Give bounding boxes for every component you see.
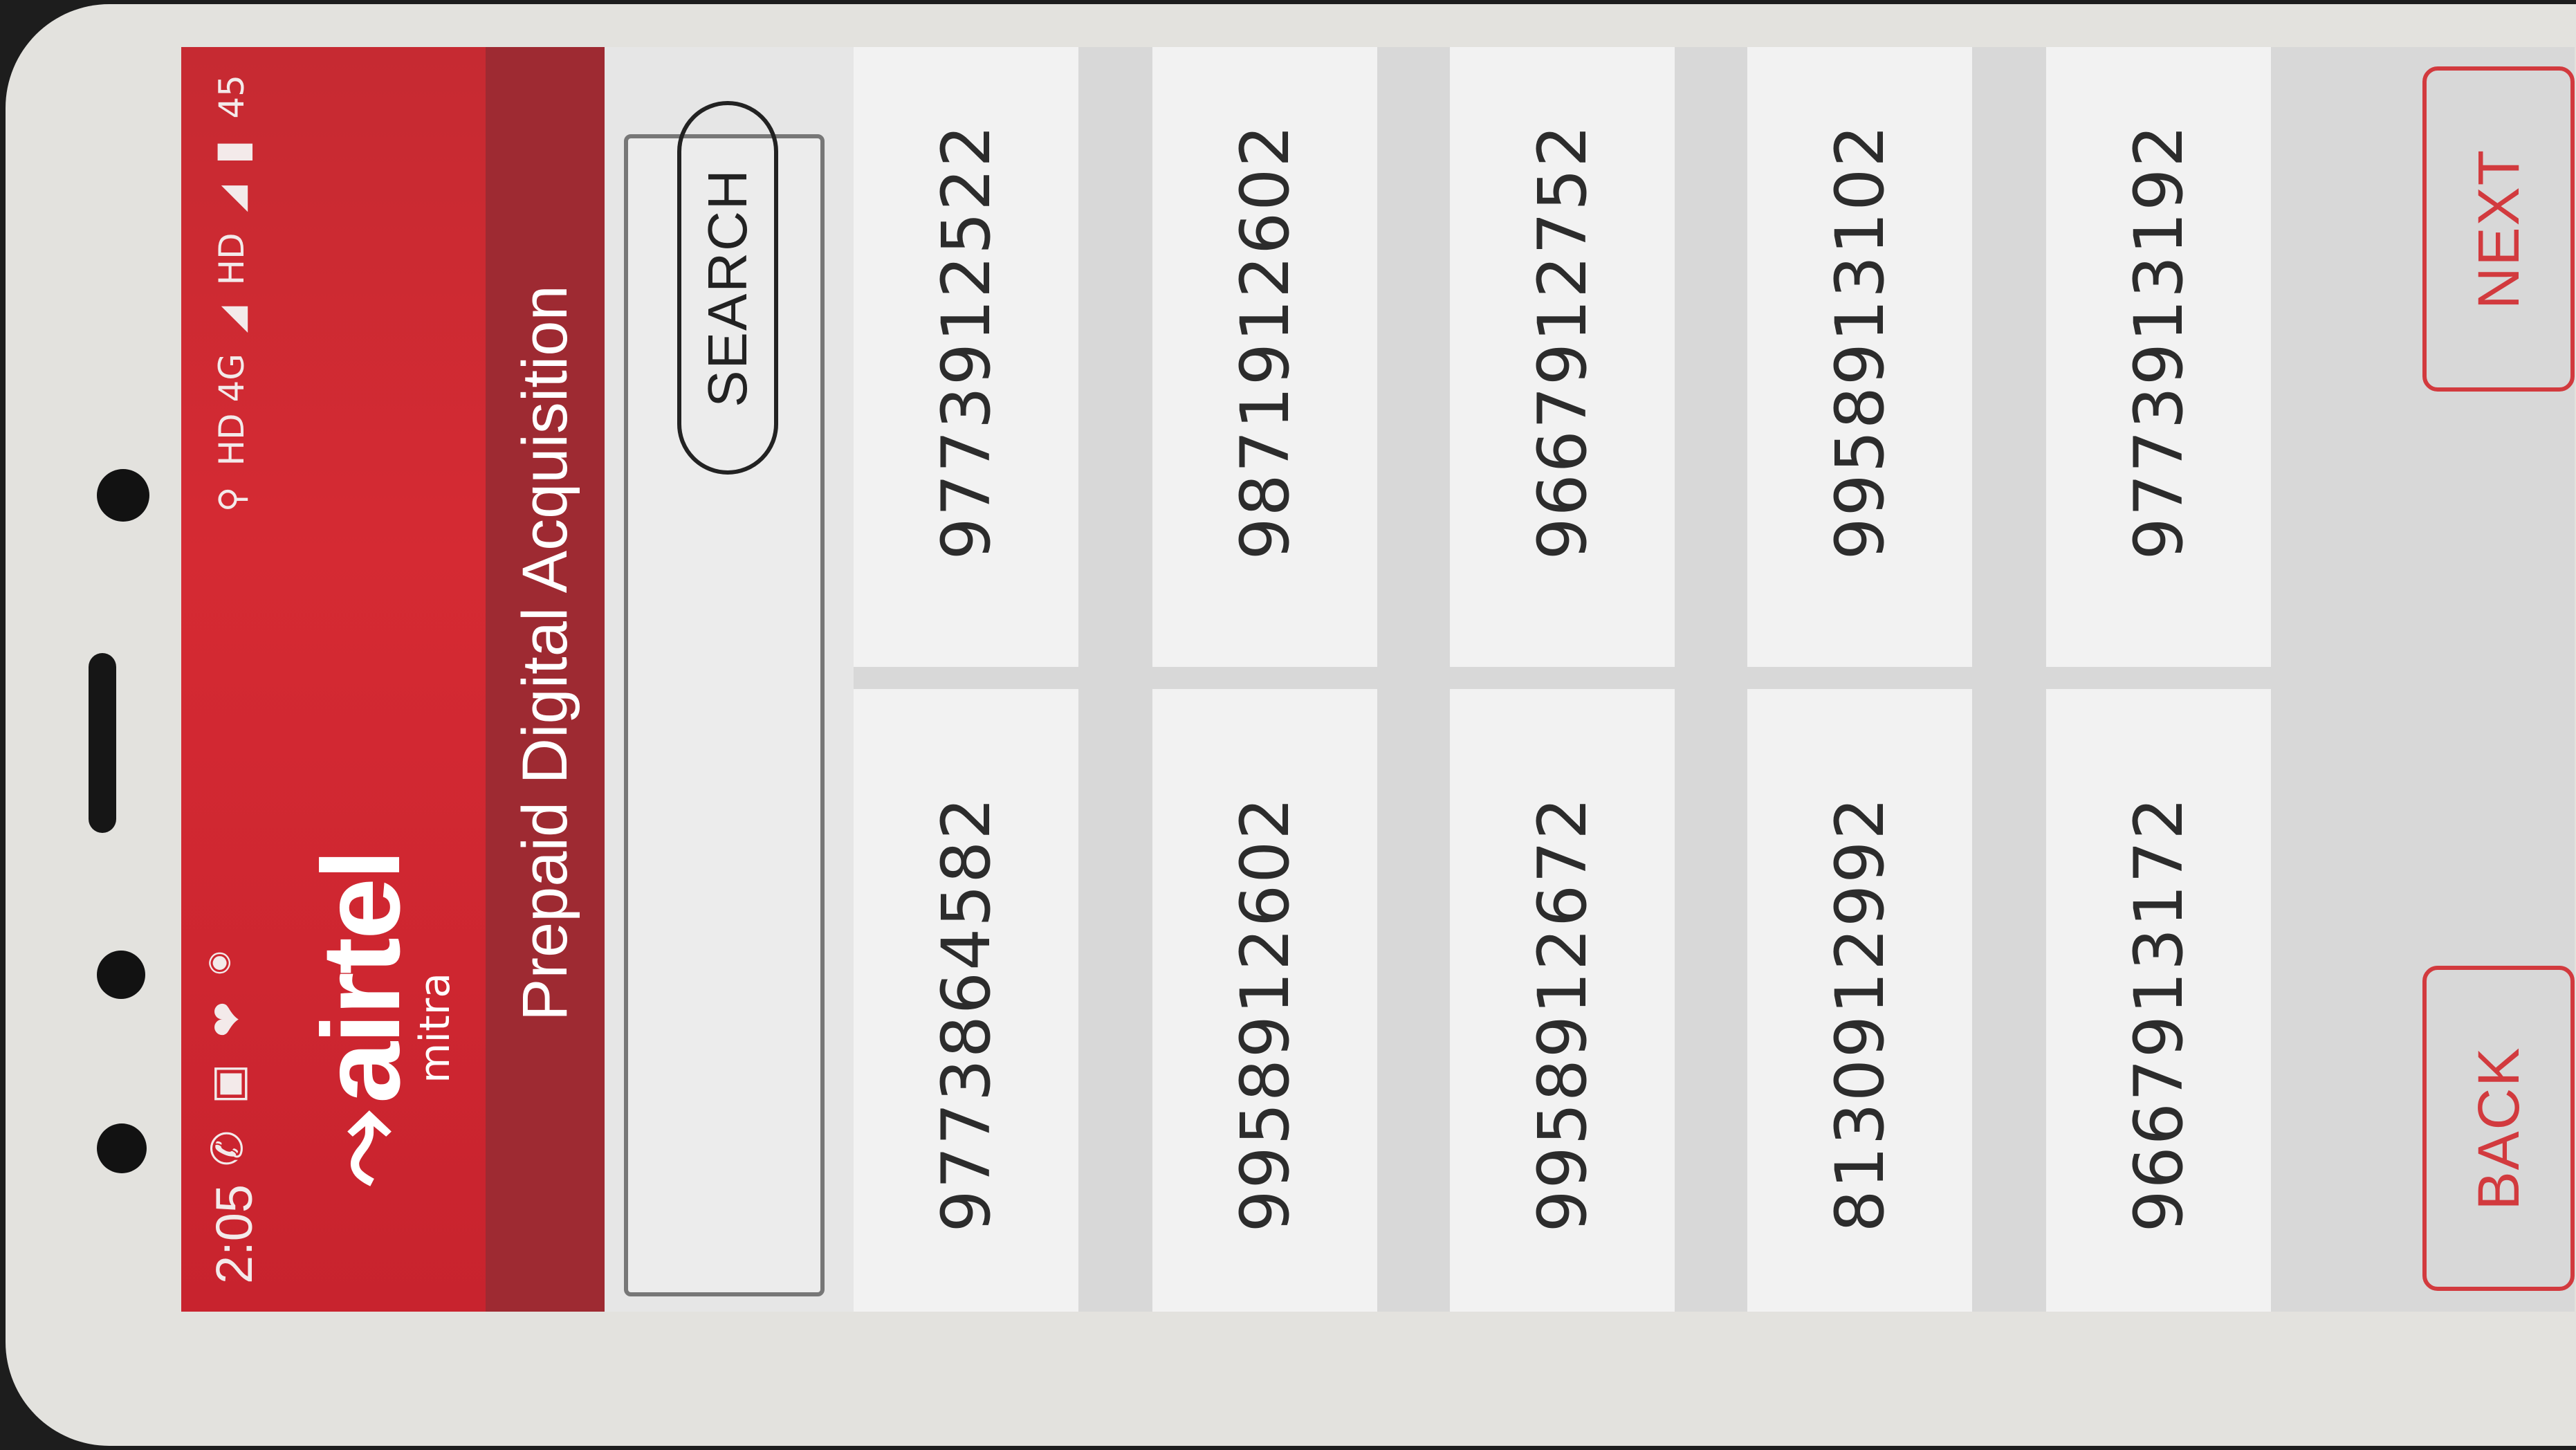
search-row: SEARCH <box>605 47 854 1312</box>
earpiece-speaker <box>89 653 116 833</box>
number-option[interactable]: 9773912522 <box>854 47 1078 667</box>
screen: 2:05 ✆ ▣ ❤ ◉ ⚲ HD 4G ◢ HD ◢ ▮ 45 ⤳ airte… <box>181 47 2575 1312</box>
signal-icon: ◢ <box>211 306 252 333</box>
title-bar: Prepaid Digital Acquisition <box>486 47 605 1312</box>
brand-name: airtel <box>299 851 423 1103</box>
number-option[interactable]: 9667912752 <box>1450 47 1675 667</box>
number-option[interactable]: 9958912672 <box>1450 689 1675 1312</box>
number-option[interactable]: 9871912602 <box>1152 47 1377 667</box>
app-header: 2:05 ✆ ▣ ❤ ◉ ⚲ HD 4G ◢ HD ◢ ▮ 45 ⤳ airte… <box>181 47 605 1312</box>
signal-icon: ◢ <box>211 185 252 212</box>
back-button[interactable]: BACK <box>2422 966 2575 1291</box>
bottom-navigation: BACK NEXT <box>2381 47 2575 1312</box>
airtel-swirl-icon: ⤳ <box>306 1111 415 1187</box>
system-icons: ⚲ HD 4G ◢ HD ◢ ▮ 45 <box>205 75 258 512</box>
notification-icons: ✆ ▣ ❤ ◉ <box>202 951 252 1166</box>
number-option[interactable]: 9667913172 <box>2046 689 2271 1312</box>
battery-icon: ▮ <box>205 139 258 165</box>
status-time: 2:05 <box>205 1184 263 1284</box>
number-option[interactable]: 9958912602 <box>1152 689 1377 1312</box>
next-button[interactable]: NEXT <box>2422 66 2575 392</box>
status-bar: 2:05 ✆ ▣ ❤ ◉ ⚲ HD 4G ◢ HD ◢ ▮ 45 <box>181 47 278 1312</box>
sensor-icon <box>97 951 145 999</box>
front-camera-icon <box>97 469 149 522</box>
app-screen: 2:05 ✆ ▣ ❤ ◉ ⚲ HD 4G ◢ HD ◢ ▮ 45 ⤳ airte… <box>181 47 2575 1312</box>
gallery-icon: ▣ <box>202 1063 252 1105</box>
number-option[interactable]: 9958913102 <box>1747 47 1972 667</box>
heart-icon: ❤ <box>202 1001 252 1038</box>
number-option[interactable]: 9773913192 <box>2046 47 2271 667</box>
number-option[interactable]: 8130912992 <box>1747 689 1972 1312</box>
search-button[interactable]: SEARCH <box>677 101 778 475</box>
location-icon: ⚲ <box>211 486 252 513</box>
page-title: Prepaid Digital Acquisition <box>509 285 580 1021</box>
brand-logo: ⤳ airtel mitra <box>299 851 459 1187</box>
recorder-icon: ◉ <box>202 951 234 975</box>
network-label: HD 4G <box>211 353 252 466</box>
flash-icon <box>97 1123 147 1173</box>
network-label-2: HD <box>211 232 252 286</box>
battery-percent: 45 <box>211 75 252 119</box>
number-option[interactable]: 9773864582 <box>854 689 1078 1312</box>
whatsapp-icon: ✆ <box>202 1130 252 1166</box>
number-grid: 9773864582 9773912522 9958912602 9871912… <box>854 47 2375 1312</box>
